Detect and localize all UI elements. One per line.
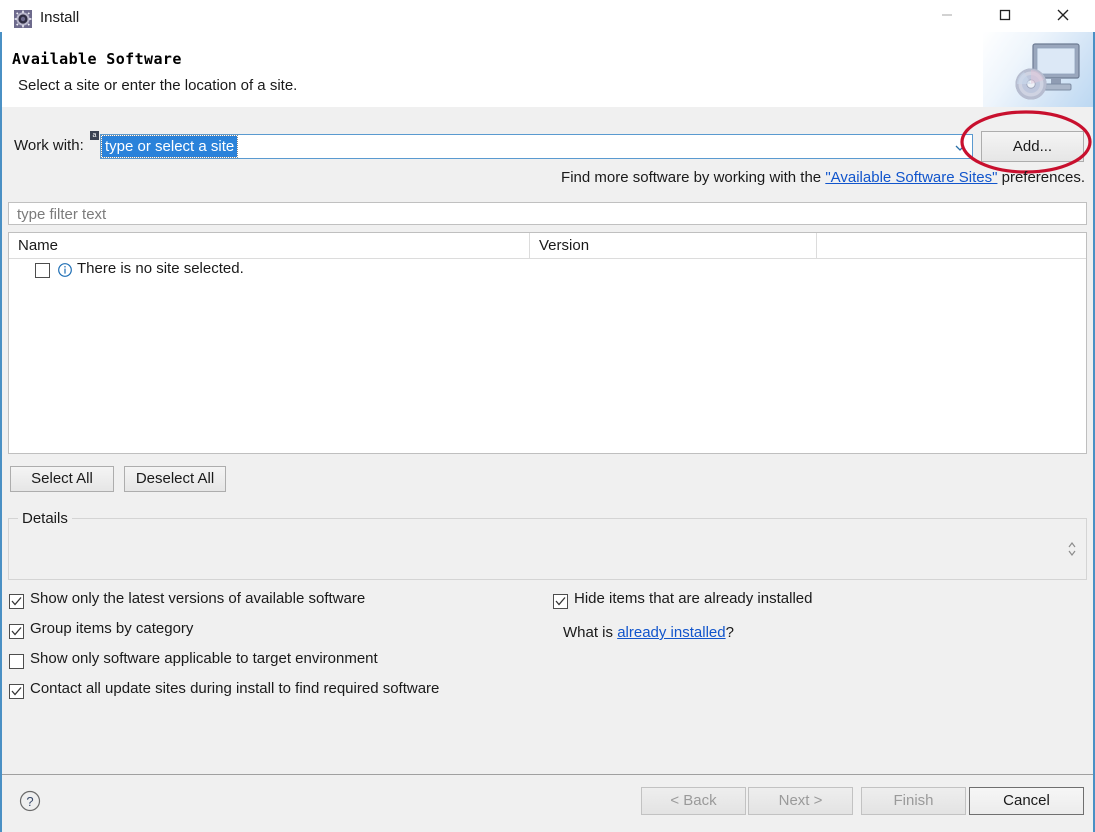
column-header-blank[interactable] bbox=[816, 233, 1086, 259]
column-header-name[interactable]: Name bbox=[9, 233, 529, 259]
checkbox-contact-update-sites[interactable] bbox=[9, 684, 24, 699]
row-checkbox[interactable] bbox=[35, 263, 50, 278]
work-with-label: Work with: bbox=[14, 137, 84, 154]
what-is-prefix: What is bbox=[563, 624, 618, 641]
deselect-all-button[interactable]: Deselect All bbox=[124, 466, 226, 492]
checkbox-group-by-category[interactable] bbox=[9, 624, 24, 639]
back-button[interactable]: < Back bbox=[641, 787, 746, 815]
details-panel bbox=[8, 518, 1087, 580]
find-more-suffix: preferences. bbox=[997, 169, 1085, 186]
checkbox-hide-installed[interactable] bbox=[553, 594, 568, 609]
window-title: Install bbox=[40, 9, 80, 26]
info-icon bbox=[57, 261, 73, 279]
page-title: Available Software bbox=[12, 50, 182, 68]
install-dialog-window: Install Available Software Select a site… bbox=[0, 0, 1095, 832]
help-question-icon[interactable]: ? bbox=[18, 789, 42, 813]
chevron-down-icon[interactable] bbox=[954, 141, 966, 153]
page-subtitle: Select a site or enter the location of a… bbox=[18, 77, 298, 94]
svg-text:?: ? bbox=[26, 794, 33, 809]
content-assist-badge: a bbox=[90, 131, 99, 140]
option-label: Show only software applicable to target … bbox=[30, 650, 378, 667]
minimize-button[interactable] bbox=[924, 0, 970, 30]
table-header-row: Name Version bbox=[9, 233, 1086, 259]
what-is-already-installed-text: What is already installed? bbox=[563, 624, 734, 641]
row-name-cell: There is no site selected. bbox=[77, 260, 244, 277]
page-header: Available Software Select a site or ente… bbox=[2, 32, 1093, 108]
option-label: Hide items that are already installed bbox=[574, 590, 813, 607]
column-header-version[interactable]: Version bbox=[529, 233, 816, 259]
header-banner-graphic bbox=[983, 32, 1093, 107]
add-button[interactable]: Add... bbox=[981, 131, 1084, 162]
already-installed-link[interactable]: already installed bbox=[617, 624, 725, 641]
filter-placeholder: type filter text bbox=[17, 206, 107, 223]
next-button[interactable]: Next > bbox=[748, 787, 853, 815]
table-row[interactable]: There is no site selected. bbox=[9, 259, 1086, 283]
option-label: Contact all update sites during install … bbox=[30, 680, 440, 697]
eclipse-install-icon bbox=[14, 10, 32, 28]
work-with-input[interactable]: type or select a site bbox=[100, 135, 239, 158]
filter-input[interactable]: type filter text bbox=[8, 202, 1087, 225]
what-is-suffix: ? bbox=[725, 624, 734, 641]
option-label: Group items by category bbox=[30, 620, 194, 637]
select-all-button[interactable]: Select All bbox=[10, 466, 114, 492]
computer-disc-icon bbox=[1011, 40, 1087, 102]
find-more-prefix: Find more software by working with the bbox=[561, 169, 826, 186]
available-software-sites-link[interactable]: "Available Software Sites" bbox=[825, 169, 997, 186]
up-down-spinner-icon[interactable] bbox=[1066, 540, 1078, 558]
find-more-software-text: Find more software by working with the "… bbox=[561, 169, 1085, 186]
option-label: Show only the latest versions of availab… bbox=[30, 590, 366, 607]
available-software-table[interactable]: Name Version There is no site selected. bbox=[8, 232, 1087, 454]
checkbox-applicable-to-target[interactable] bbox=[9, 654, 24, 669]
details-label: Details bbox=[18, 510, 72, 527]
close-button[interactable] bbox=[1040, 0, 1086, 30]
maximize-button[interactable] bbox=[982, 0, 1028, 30]
checkbox-show-latest-versions[interactable] bbox=[9, 594, 24, 609]
cancel-button[interactable]: Cancel bbox=[969, 787, 1084, 815]
finish-button[interactable]: Finish bbox=[861, 787, 966, 815]
work-with-combo[interactable]: type or select a site bbox=[100, 134, 973, 159]
